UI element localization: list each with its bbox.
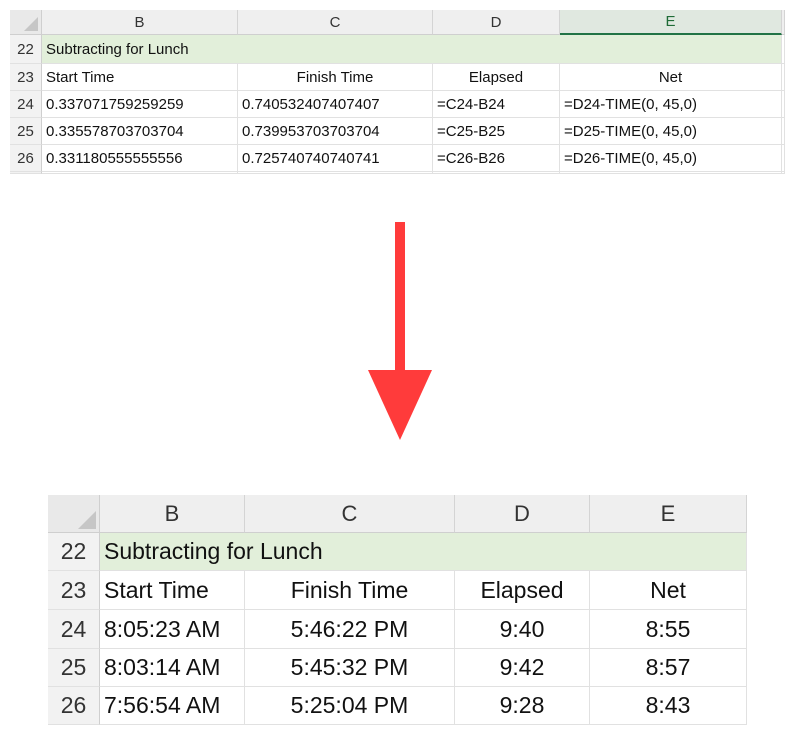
row-header-24[interactable]: 24: [10, 91, 42, 118]
header-start-time[interactable]: Start Time: [100, 571, 245, 610]
cell: [560, 172, 782, 174]
cell-e26[interactable]: 8:43: [590, 687, 747, 725]
row-header-23[interactable]: 23: [48, 571, 100, 610]
result-view-sheet: B C D E 22 Subtracting for Lunch 23 Star…: [48, 495, 747, 725]
cell[interactable]: [782, 118, 785, 145]
row-header-26[interactable]: 26: [10, 145, 42, 172]
cell-c24[interactable]: 0.740532407407407: [238, 91, 433, 118]
column-header-b[interactable]: B: [42, 10, 238, 35]
row-header-22[interactable]: 22: [48, 533, 100, 571]
cell-d24[interactable]: =C24-B24: [433, 91, 560, 118]
formula-view-sheet: B C D E 22 Subtracting for Lunch 23 Star…: [10, 10, 785, 174]
header-elapsed[interactable]: Elapsed: [455, 571, 590, 610]
column-header-b[interactable]: B: [100, 495, 245, 533]
cell-b26[interactable]: 0.331180555555556: [42, 145, 238, 172]
row-header-25[interactable]: 25: [10, 118, 42, 145]
cell-e25[interactable]: 8:57: [590, 649, 747, 687]
header-start-time[interactable]: Start Time: [42, 64, 238, 91]
cell-d25[interactable]: =C25-B25: [433, 118, 560, 145]
cell-b26[interactable]: 7:56:54 AM: [100, 687, 245, 725]
cell-c25[interactable]: 0.739953703703704: [238, 118, 433, 145]
cell-d26[interactable]: 9:28: [455, 687, 590, 725]
column-header-d[interactable]: D: [433, 10, 560, 35]
row-header-26[interactable]: 26: [48, 687, 100, 725]
header-finish-time[interactable]: Finish Time: [238, 64, 433, 91]
header-finish-time[interactable]: Finish Time: [245, 571, 455, 610]
cell-c26[interactable]: 5:25:04 PM: [245, 687, 455, 725]
column-header-c[interactable]: C: [238, 10, 433, 35]
cell-d24[interactable]: 9:40: [455, 610, 590, 649]
column-header-d[interactable]: D: [455, 495, 590, 533]
cell: [433, 172, 560, 174]
row-header-24[interactable]: 24: [48, 610, 100, 649]
cell[interactable]: [782, 35, 785, 64]
select-all-corner[interactable]: [48, 495, 100, 533]
cell-b25[interactable]: 8:03:14 AM: [100, 649, 245, 687]
column-header-e[interactable]: E: [590, 495, 747, 533]
cell-e26[interactable]: =D26-TIME(0, 45,0): [560, 145, 782, 172]
cell[interactable]: [782, 145, 785, 172]
row-header-23[interactable]: 23: [10, 64, 42, 91]
title-cell[interactable]: Subtracting for Lunch: [100, 533, 747, 571]
cell: [42, 172, 238, 174]
row-header-22[interactable]: 22: [10, 35, 42, 64]
column-header-e[interactable]: E: [560, 10, 782, 35]
cell-c25[interactable]: 5:45:32 PM: [245, 649, 455, 687]
cell-b25[interactable]: 0.335578703703704: [42, 118, 238, 145]
cell: [782, 172, 785, 174]
cell-b24[interactable]: 8:05:23 AM: [100, 610, 245, 649]
cell-d25[interactable]: 9:42: [455, 649, 590, 687]
cell: [238, 172, 433, 174]
header-net[interactable]: Net: [590, 571, 747, 610]
select-all-corner[interactable]: [10, 10, 42, 35]
title-cell[interactable]: Subtracting for Lunch: [42, 35, 782, 64]
row-header-25[interactable]: 25: [48, 649, 100, 687]
column-header-edge: [782, 10, 785, 35]
column-header-c[interactable]: C: [245, 495, 455, 533]
cell[interactable]: [782, 64, 785, 91]
cell-e25[interactable]: =D25-TIME(0, 45,0): [560, 118, 782, 145]
cell-c26[interactable]: 0.725740740740741: [238, 145, 433, 172]
cell[interactable]: [782, 91, 785, 118]
row-header-partial: [10, 172, 42, 174]
header-net[interactable]: Net: [560, 64, 782, 91]
cell-d26[interactable]: =C26-B26: [433, 145, 560, 172]
header-elapsed[interactable]: Elapsed: [433, 64, 560, 91]
cell-c24[interactable]: 5:46:22 PM: [245, 610, 455, 649]
cell-e24[interactable]: 8:55: [590, 610, 747, 649]
cell-b24[interactable]: 0.337071759259259: [42, 91, 238, 118]
cell-e24[interactable]: =D24-TIME(0, 45,0): [560, 91, 782, 118]
arrow-down-icon: [368, 222, 432, 440]
